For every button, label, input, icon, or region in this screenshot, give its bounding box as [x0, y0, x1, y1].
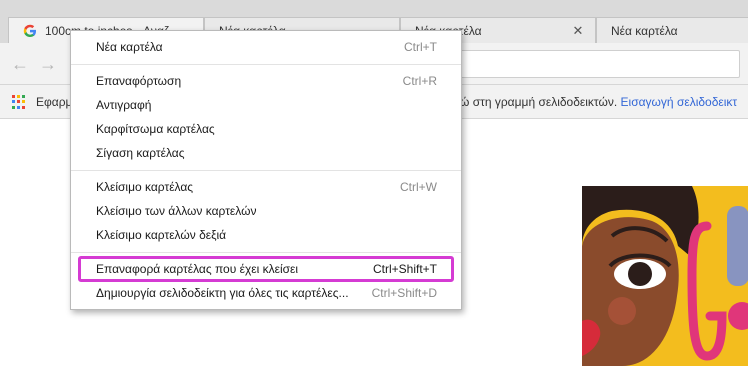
menu-item-close-other-tabs[interactable]: Κλείσιμο των άλλων καρτελών: [71, 199, 461, 223]
menu-item-label: Κλείσιμο των άλλων καρτελών: [96, 204, 257, 218]
menu-item-label: Σίγαση καρτέλας: [96, 146, 185, 160]
menu-item-label: Αντιγραφή: [96, 98, 152, 112]
import-bookmarks-link[interactable]: Εισαγωγή σελιδοδεικτ: [621, 95, 738, 109]
menu-item-reload[interactable]: Επαναφόρτωση Ctrl+R: [71, 69, 461, 93]
back-arrow-icon[interactable]: ←: [10, 54, 30, 74]
menu-item-label: Επαναφόρτωση: [96, 74, 182, 88]
menu-item-mute-tab[interactable]: Σίγαση καρτέλας: [71, 141, 461, 165]
menu-item-shortcut: Ctrl+T: [404, 40, 437, 54]
menu-item-close-tabs-right[interactable]: Κλείσιμο καρτελών δεξιά: [71, 223, 461, 247]
menu-item-shortcut: Ctrl+R: [402, 74, 437, 88]
menu-item-shortcut: Ctrl+W: [400, 180, 437, 194]
apps-label[interactable]: Εφαρμ: [36, 95, 72, 109]
menu-item-pin-tab[interactable]: Καρφίτσωμα καρτέλας: [71, 117, 461, 141]
tab-title: Νέα καρτέλα: [611, 23, 678, 38]
menu-item-label: Νέα καρτέλα: [96, 40, 163, 54]
tab-context-menu: Νέα καρτέλα Ctrl+T Επαναφόρτωση Ctrl+R Α…: [70, 30, 462, 310]
bookmarks-hint: ώ στη γραμμή σελιδοδεικτών. Εισαγωγή σελ…: [460, 95, 737, 109]
apps-grid-icon[interactable]: [12, 95, 26, 109]
menu-separator: [71, 170, 461, 171]
menu-item-reopen-closed-tab[interactable]: Επαναφορά καρτέλας που έχει κλείσει Ctrl…: [78, 256, 454, 282]
menu-item-label: Δημιουργία σελιδοδείκτη για όλες τις καρ…: [96, 286, 349, 300]
menu-separator: [71, 252, 461, 253]
doodle-image[interactable]: [582, 186, 748, 366]
menu-item-label: Κλείσιμο καρτελών δεξιά: [96, 228, 227, 242]
menu-item-shortcut: Ctrl+Shift+T: [372, 262, 437, 276]
menu-separator: [71, 64, 461, 65]
bookmarks-hint-text: ώ στη γραμμή σελιδοδεικτών.: [460, 95, 618, 109]
tab-4[interactable]: Νέα καρτέλα: [596, 17, 748, 43]
menu-item-duplicate[interactable]: Αντιγραφή: [71, 93, 461, 117]
close-icon[interactable]: ✕: [571, 23, 585, 39]
menu-item-label: Κλείσιμο καρτέλας: [96, 180, 194, 194]
menu-item-shortcut: Ctrl+Shift+D: [371, 286, 437, 300]
menu-item-label: Επαναφορά καρτέλας που έχει κλείσει: [96, 262, 299, 276]
menu-item-label: Καρφίτσωμα καρτέλας: [96, 122, 215, 136]
google-icon: [23, 24, 37, 38]
menu-item-close-tab[interactable]: Κλείσιμο καρτέλας Ctrl+W: [71, 175, 461, 199]
menu-item-new-tab[interactable]: Νέα καρτέλα Ctrl+T: [71, 35, 461, 59]
menu-item-bookmark-all-tabs[interactable]: Δημιουργία σελιδοδείκτη για όλες τις καρ…: [71, 281, 461, 305]
forward-arrow-icon[interactable]: →: [38, 54, 58, 74]
